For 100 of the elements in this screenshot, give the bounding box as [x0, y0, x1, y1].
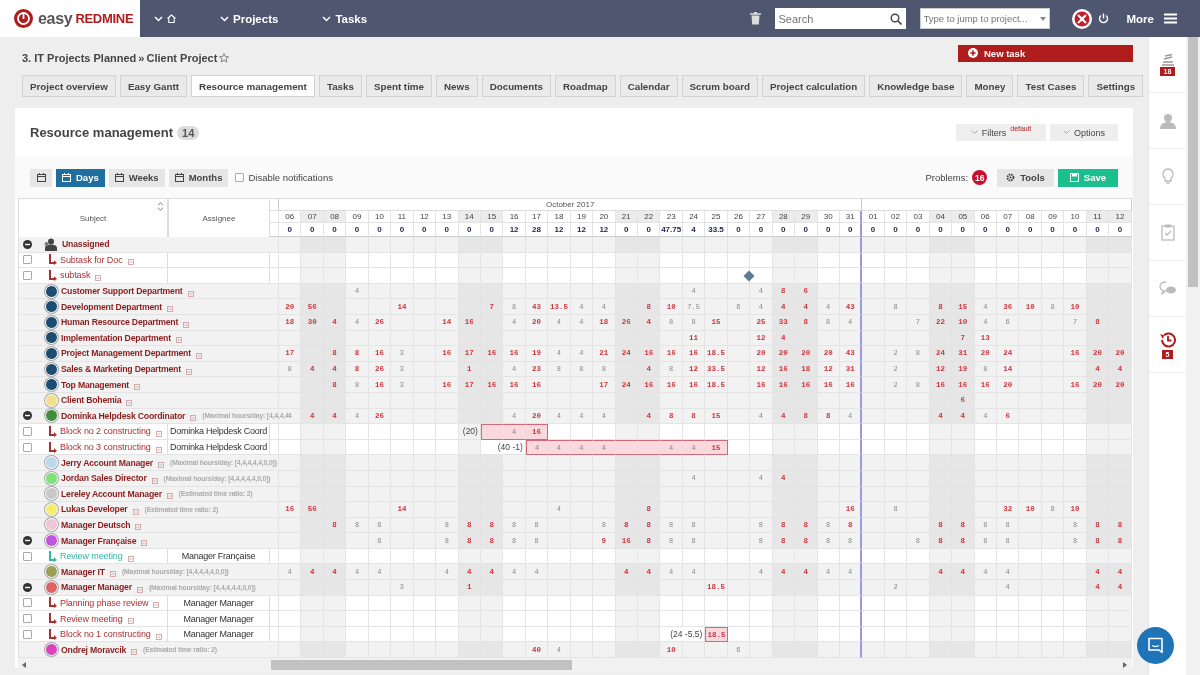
day-total: 0 — [817, 223, 840, 237]
resource-link[interactable]: Unassigned — [62, 239, 110, 250]
breadcrumb-separator: » — [138, 51, 145, 64]
nav-menu[interactable]: Projects — [208, 0, 291, 37]
resource-link[interactable]: Dominka Helpdesk Coordinator — [61, 410, 186, 421]
more-menu[interactable]: More — [1126, 12, 1154, 25]
day-header: 23 — [660, 211, 683, 223]
task-link[interactable]: subtask — [60, 270, 91, 281]
tools-button[interactable]: Tools — [997, 168, 1054, 187]
tab[interactable]: Project calculation — [762, 75, 866, 97]
day-total: 12 — [593, 223, 616, 237]
tab[interactable]: Documents — [481, 75, 551, 97]
resource-link[interactable]: Top Management — [61, 379, 129, 390]
resource-link[interactable]: Sales & Marketing Department — [61, 364, 181, 375]
resource-link[interactable]: Lereley Account Manager — [61, 488, 162, 499]
day-header: 12 — [413, 211, 437, 223]
day-total: 28 — [525, 223, 549, 237]
new-task-button[interactable]: New task — [958, 44, 1133, 62]
resource-link[interactable]: Project Management Department — [61, 348, 191, 359]
day-header: 11 — [391, 211, 414, 223]
day-total: 0 — [795, 223, 818, 237]
task-link[interactable]: Block no 2 constructing — [60, 426, 151, 437]
task-link[interactable]: Block no 1 constructing — [60, 629, 151, 640]
resource-link[interactable]: Implementation Department — [61, 332, 171, 343]
options-button[interactable]: Options — [1050, 124, 1118, 141]
breadcrumb-link[interactable]: 3. IT Projects Planned — [22, 51, 137, 64]
view-tab[interactable]: Days — [56, 168, 105, 187]
day-total: 12 — [548, 223, 571, 237]
day-header: 11 — [1086, 211, 1110, 223]
resource-link[interactable]: Ondrej Moravcik — [61, 644, 127, 655]
task-link[interactable]: Planning phase review — [60, 597, 149, 608]
day-header: 08 — [1019, 211, 1042, 223]
breadcrumb-current[interactable]: Client Project — [146, 51, 218, 64]
day-total: 0 — [301, 223, 324, 237]
column-header[interactable]: Assignee — [168, 199, 270, 237]
resource-link[interactable]: Manager IT — [61, 566, 105, 577]
day-total: 0 — [727, 223, 751, 237]
day-header: 06 — [974, 211, 997, 223]
assignee-cell: Manager Manager — [168, 611, 270, 627]
day-total: 0 — [1109, 223, 1132, 237]
day-header: 28 — [772, 211, 796, 223]
view-tab[interactable]: Months — [168, 168, 229, 187]
day-total: 0 — [884, 223, 908, 237]
resource-link[interactable]: Human Resource Department — [61, 317, 179, 328]
problems-label: Problems: — [925, 172, 969, 183]
logo-text[interactable]: easy REDMINE — [38, 9, 134, 28]
resource-link[interactable]: Manager Deutsch — [61, 520, 131, 530]
view-tab[interactable]: Weeks — [108, 168, 165, 187]
day-total: 12 — [503, 223, 526, 237]
task-link[interactable]: Block no 3 constructing — [60, 442, 151, 452]
problems-badge[interactable]: 16 — [972, 170, 988, 185]
day-total: 0 — [323, 223, 347, 237]
day-header: 07 — [301, 211, 324, 223]
tab[interactable]: Knowledge base — [869, 75, 963, 97]
day-header: 26 — [727, 211, 751, 223]
tab[interactable]: Test Cases — [1017, 75, 1085, 97]
column-header[interactable]: Subject — [18, 199, 168, 237]
day-header: 04 — [929, 211, 953, 223]
day-header: 09 — [346, 211, 369, 223]
tab[interactable]: Project overview — [22, 75, 116, 97]
resource-link[interactable]: Customer Support Department — [61, 286, 183, 297]
day-total: 0 — [1019, 223, 1042, 237]
day-header: 03 — [907, 211, 930, 223]
resource-link[interactable]: Lukas Developer — [61, 504, 128, 515]
day-header: 08 — [323, 211, 347, 223]
day-header: 02 — [884, 211, 908, 223]
tab[interactable]: Tasks — [318, 75, 362, 97]
day-header: 24 — [682, 211, 706, 223]
tab[interactable]: Easy Gantt — [119, 75, 188, 97]
resource-link[interactable]: Development Department — [61, 301, 162, 312]
tab[interactable]: Spent time — [365, 75, 433, 97]
task-link[interactable]: Subtask for Doc — [60, 254, 123, 265]
day-total: 0 — [368, 223, 392, 237]
tab[interactable]: Money — [966, 75, 1014, 97]
day-header: 06 — [279, 211, 302, 223]
day-total: 0 — [480, 223, 504, 237]
day-header: 22 — [638, 211, 661, 223]
task-link[interactable]: Review meeting — [60, 613, 123, 624]
assignee-cell: Dominka Helpdesk Coord — [168, 424, 270, 440]
nav-menu[interactable]: Tasks — [310, 0, 380, 37]
tab[interactable]: Scrum board — [681, 75, 758, 97]
day-total: 0 — [974, 223, 997, 237]
resource-link[interactable]: Client Bohemia — [61, 395, 122, 406]
resource-link[interactable]: Jerry Account Manager — [61, 457, 154, 468]
day-total: 0 — [839, 223, 863, 237]
day-total: 4 — [682, 223, 706, 237]
tab[interactable]: Settings — [1088, 75, 1144, 97]
day-total: 0 — [1086, 223, 1110, 237]
day-header: 15 — [480, 211, 504, 223]
resource-link[interactable]: Jordan Sales Director — [61, 473, 147, 484]
project-jump-field[interactable]: Type to jump to project... — [919, 8, 1050, 29]
resource-link[interactable]: Manager Manager — [61, 582, 132, 593]
month-header: October 2017 — [279, 199, 863, 211]
tab[interactable]: Resource management — [191, 75, 315, 97]
tab[interactable]: News — [436, 75, 478, 97]
resource-link[interactable]: Manager Française — [61, 535, 137, 546]
tab[interactable]: Calendar — [619, 75, 678, 97]
tab[interactable]: Roadmap — [555, 75, 616, 97]
day-header: 16 — [503, 211, 526, 223]
search-field[interactable]: Search — [774, 8, 906, 29]
